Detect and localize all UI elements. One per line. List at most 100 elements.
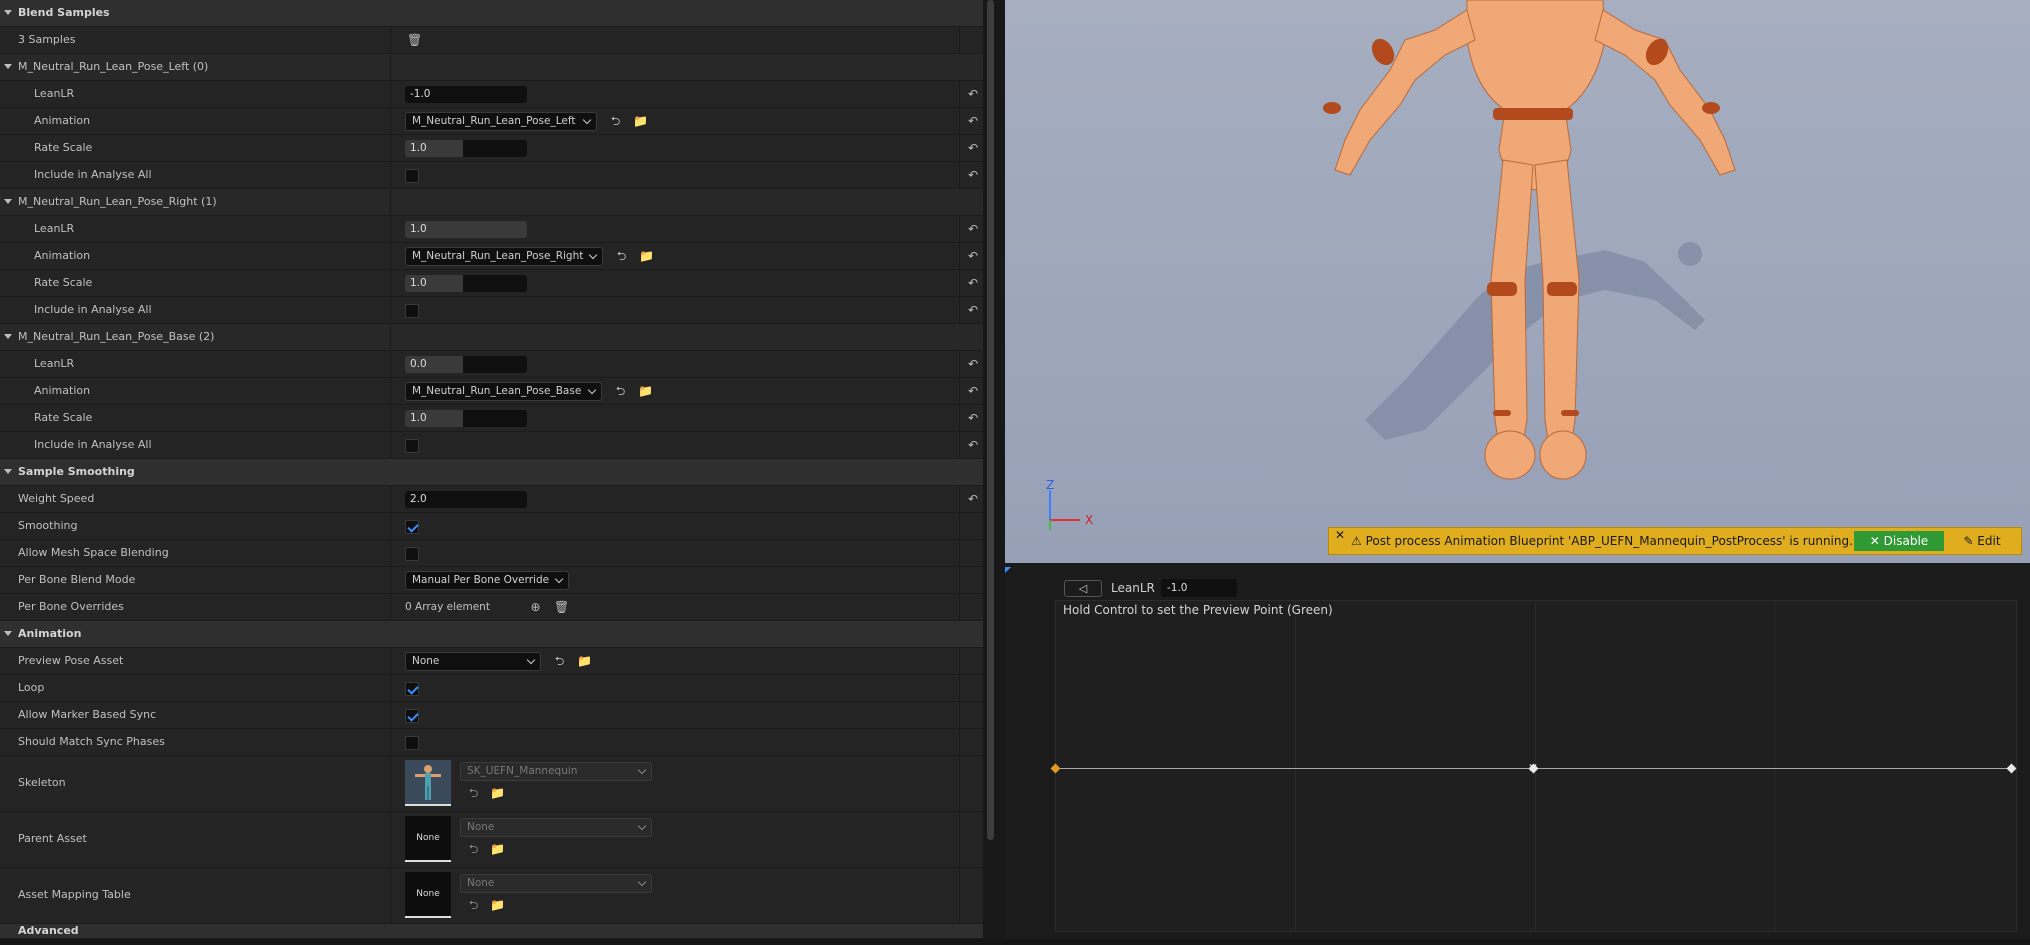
reset-arrow-icon[interactable]: ↶ [966,276,980,290]
property-row: Skeleton SK_UEFN_Mannequin ⮌ 📁 [0,756,983,812]
back-button[interactable]: ◁ [1064,580,1102,597]
animation-combo[interactable]: M_Neutral_Run_Lean_Pose_Left [405,112,597,131]
property-row: Include in Analyse All ↶ [0,432,983,459]
samples-count: 3 Samples [18,33,76,46]
rate-scale-input[interactable]: 1.0 [405,275,527,292]
close-icon[interactable]: ✕ [1335,522,1345,548]
smoothing-checkbox[interactable] [405,520,419,534]
per-bone-blend-mode-combo[interactable]: Manual Per Bone Override [405,571,569,590]
include-checkbox[interactable] [405,169,419,183]
animation-combo[interactable]: M_Neutral_Run_Lean_Pose_Right [405,247,603,266]
sample-header[interactable]: M_Neutral_Run_Lean_Pose_Right (1) [0,189,983,216]
browse-icon[interactable]: 📁 [633,114,648,129]
reset-arrow-icon[interactable]: ↶ [966,411,980,425]
property-row: LeanLR 0.0 ↶ [0,351,983,378]
loop-checkbox[interactable] [405,682,419,696]
include-checkbox[interactable] [405,304,419,318]
axis-value-input[interactable]: -1.0 [1161,579,1237,597]
details-scrollbar[interactable] [983,0,1005,939]
array-count: 0 Array element [405,601,490,613]
use-selected-icon[interactable]: ⮌ [614,249,629,264]
property-row: Preview Pose Asset None ⮌ 📁 [0,648,983,675]
use-selected-icon[interactable]: ⮌ [466,786,481,801]
add-element-icon[interactable]: ⊕ [528,600,543,615]
browse-icon[interactable]: 📁 [577,654,592,669]
reset-arrow-icon[interactable]: ↶ [966,357,980,371]
include-checkbox[interactable] [405,439,419,453]
preview-viewport[interactable]: Z X [1005,0,2030,563]
trash-icon[interactable]: 🗑 [554,600,569,615]
category-sample-smoothing[interactable]: Sample Smoothing [0,459,983,486]
property-row: Allow Marker Based Sync [0,702,983,729]
lean-input[interactable]: 0.0 [405,356,527,373]
rate-scale-input[interactable]: 1.0 [405,140,527,157]
property-row: Animation M_Neutral_Run_Lean_Pose_Right … [0,243,983,270]
reset-arrow-icon[interactable]: ↶ [966,141,980,155]
allow-mesh-space-checkbox[interactable] [405,547,419,561]
use-selected-icon[interactable]: ⮌ [613,384,628,399]
property-row: Animation M_Neutral_Run_Lean_Pose_Left ⮌… [0,108,983,135]
category-blend-samples[interactable]: Blend Samples [0,0,983,27]
skeleton-thumbnail[interactable] [405,760,451,806]
sample-header[interactable]: M_Neutral_Run_Lean_Pose_Base (2) [0,324,983,351]
reset-arrow-icon[interactable]: ↶ [966,249,980,263]
browse-icon[interactable]: 📁 [490,898,505,913]
category-animation[interactable]: Animation [0,621,983,648]
sample-header[interactable]: M_Neutral_Run_Lean_Pose_Left (0) [0,54,983,81]
samples-count-row: 3 Samples 🗑 [0,27,983,54]
lean-input[interactable]: -1.0 [405,86,527,103]
property-row: Asset Mapping Table None None ⮌ 📁 [0,868,983,924]
property-row: Allow Mesh Space Blending [0,540,983,567]
parent-thumbnail[interactable]: None [405,816,451,862]
axis-gizmo [1049,490,1080,530]
browse-icon[interactable]: 📁 [638,384,653,399]
property-row: LeanLR -1.0 ↶ [0,81,983,108]
postprocess-notification: ✕ ⚠ Post process Animation Blueprint 'AB… [1328,527,2022,555]
category-advanced[interactable]: Advanced [0,924,983,939]
marker-sync-checkbox[interactable] [405,709,419,723]
reset-arrow-icon[interactable]: ↶ [966,222,980,236]
preview-point[interactable]: ✕ [1527,762,1539,774]
reset-arrow-icon[interactable]: ↶ [966,303,980,317]
parent-asset-combo[interactable]: None [460,818,652,837]
trash-icon[interactable]: 🗑 [407,33,422,48]
browse-icon[interactable]: 📁 [639,249,654,264]
property-row: Per Bone Overrides 0 Array element ⊕ 🗑 [0,594,983,621]
match-sync-checkbox[interactable] [405,736,419,750]
property-row: Rate Scale 1.0 ↶ [0,405,983,432]
browse-icon[interactable]: 📁 [490,786,505,801]
character-shadow [1365,242,1705,440]
property-row: Include in Analyse All ↶ [0,297,983,324]
use-selected-icon[interactable]: ⮌ [466,842,481,857]
use-selected-icon[interactable]: ⮌ [552,654,567,669]
property-row: Rate Scale 1.0 ↶ [0,270,983,297]
property-row: Parent Asset None None ⮌ 📁 [0,812,983,868]
reset-arrow-icon[interactable]: ↶ [966,168,980,182]
property-row: Include in Analyse All ↶ [0,162,983,189]
weight-speed-input[interactable]: 2.0 [405,491,527,508]
reset-arrow-icon[interactable]: ↶ [966,384,980,398]
axis-z-label: Z [1046,478,1055,492]
asset-mapping-combo[interactable]: None [460,874,652,893]
reset-arrow-icon[interactable]: ↶ [966,114,980,128]
reset-arrow-icon[interactable]: ↶ [966,438,980,452]
mannequin-character [1049,0,1736,530]
lean-input[interactable]: 1.0 [405,221,527,238]
property-row: Should Match Sync Phases [0,729,983,756]
scrollbar-thumb[interactable] [987,0,994,840]
mannequin-thumbnail-icon [405,760,451,804]
reset-arrow-icon[interactable]: ↶ [966,87,980,101]
property-row: Per Bone Blend Mode Manual Per Bone Over… [0,567,983,594]
use-selected-icon[interactable]: ⮌ [608,114,623,129]
animation-combo[interactable]: M_Neutral_Run_Lean_Pose_Base [405,382,602,401]
edit-button[interactable]: ✎ Edit [1949,531,2015,551]
mapping-thumbnail[interactable]: None [405,872,451,918]
property-row: Smoothing [0,513,983,540]
reset-arrow-icon[interactable]: ↶ [966,492,980,506]
browse-icon[interactable]: 📁 [490,842,505,857]
axis-label: LeanLR [1111,581,1155,595]
disable-button[interactable]: ✕ Disable [1854,531,1944,551]
rate-scale-input[interactable]: 1.0 [405,410,527,427]
use-selected-icon[interactable]: ⮌ [466,898,481,913]
preview-pose-combo[interactable]: None [405,652,541,671]
